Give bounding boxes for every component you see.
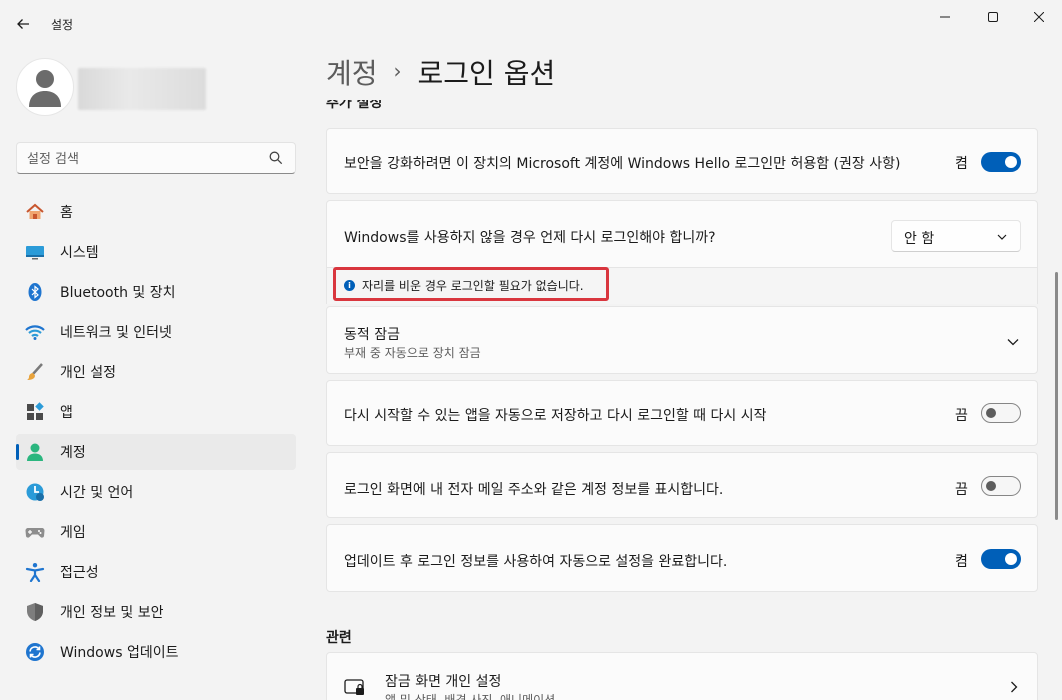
search-box[interactable]	[16, 142, 296, 174]
setting-label: 동적 잠금	[344, 327, 400, 343]
setting-card-lock-screen[interactable]: 잠금 화면 개인 설정 앱 및 상태, 배경 사진, 애니메이션	[326, 652, 1038, 700]
search-icon[interactable]	[269, 151, 283, 165]
setting-card-restart-apps: 다시 시작할 수 있는 앱을 자동으로 저장하고 다시 로그인할 때 다시 시작…	[326, 380, 1038, 446]
bluetooth-icon	[25, 282, 45, 302]
setting-card-auto-finish: 업데이트 후 로그인 정보를 사용하여 자동으로 설정을 완료합니다. 켬	[326, 524, 1038, 592]
info-message: 자리를 비운 경우 로그인할 필요가 없습니다.	[362, 279, 584, 293]
hello-only-toggle[interactable]	[981, 152, 1021, 172]
sidebar-item-network[interactable]: 네트워크 및 인터넷	[16, 314, 296, 350]
search-input[interactable]	[27, 149, 257, 169]
show-account-toggle[interactable]	[981, 476, 1021, 496]
sidebar-item-bluetooth[interactable]: Bluetooth 및 장치	[16, 274, 296, 310]
setting-card-hello-only: 보안을 강화하려면 이 장치의 Microsoft 계정에 Windows He…	[326, 128, 1038, 194]
chevron-down-icon	[997, 234, 1007, 240]
dropdown-value: 안 함	[904, 231, 935, 247]
sidebar-item-label: 시간 및 언어	[60, 485, 134, 501]
setting-label: Windows를 사용하지 않을 경우 언제 다시 로그인해야 합니까?	[344, 230, 716, 246]
clock-globe-icon	[25, 482, 45, 502]
setting-card-relogin: Windows를 사용하지 않을 경우 언제 다시 로그인해야 합니까? 안 함	[326, 200, 1038, 268]
sidebar-item-home[interactable]: 홈	[16, 194, 296, 230]
shield-icon	[25, 602, 45, 622]
apps-icon	[25, 402, 45, 422]
maximize-button[interactable]	[970, 6, 1016, 28]
back-button[interactable]	[10, 11, 36, 37]
setting-label: 다시 시작할 수 있는 앱을 자동으로 저장하고 다시 로그인할 때 다시 시작	[344, 408, 767, 424]
title-bar: 설정	[0, 0, 1062, 46]
maximize-icon	[988, 12, 998, 22]
sidebar-item-label: 게임	[60, 525, 86, 541]
sidebar-item-label: Bluetooth 및 장치	[60, 285, 176, 301]
restart-apps-toggle[interactable]	[981, 403, 1021, 423]
relogin-dropdown[interactable]: 안 함	[891, 220, 1021, 252]
sidebar-item-label: 네트워크 및 인터넷	[60, 325, 172, 341]
lock-screen-icon	[344, 679, 364, 695]
chevron-right-icon[interactable]	[1007, 680, 1021, 694]
sidebar-item-label: 앱	[60, 405, 73, 421]
sidebar-item-gaming[interactable]: 게임	[16, 514, 296, 550]
setting-label: 잠금 화면 개인 설정	[385, 674, 502, 690]
avatar[interactable]	[16, 58, 74, 116]
sidebar-item-privacy[interactable]: 개인 정보 및 보안	[16, 594, 296, 630]
monitor-icon	[25, 242, 45, 262]
toggle-state-text: 켬	[955, 156, 968, 172]
sidebar-item-label: 개인 설정	[60, 365, 116, 381]
person-icon	[25, 442, 45, 462]
brush-icon	[25, 362, 45, 382]
section-title-related: 관련	[326, 630, 352, 646]
scrollbar-thumb[interactable]	[1055, 272, 1058, 520]
update-icon	[25, 642, 45, 662]
sidebar-item-accounts[interactable]: 계정	[16, 434, 296, 470]
sidebar-item-system[interactable]: 시스템	[16, 234, 296, 270]
profile-name-redacted	[78, 68, 206, 110]
gamepad-icon	[25, 522, 45, 542]
setting-card-show-account: 로그인 화면에 내 전자 메일 주소와 같은 계정 정보를 표시합니다. 끔	[326, 452, 1038, 518]
toggle-state-text: 끔	[955, 482, 968, 498]
minimize-icon	[940, 16, 950, 18]
sidebar-item-label: 접근성	[60, 565, 99, 581]
sidebar-item-windows-update[interactable]: Windows 업데이트	[16, 634, 296, 670]
page-title: 로그인 옵션	[417, 57, 556, 90]
sidebar-item-personalization[interactable]: 개인 설정	[16, 354, 296, 390]
auto-finish-toggle[interactable]	[981, 549, 1021, 569]
toggle-state-text: 켬	[955, 554, 968, 570]
section-title-additional: 추가 설정	[326, 100, 383, 111]
app-title: 설정	[51, 18, 74, 32]
arrow-left-icon	[17, 19, 29, 29]
setting-label: 보안을 강화하려면 이 장치의 Microsoft 계정에 Windows He…	[344, 156, 901, 172]
breadcrumb-parent[interactable]: 계정	[326, 52, 378, 92]
sidebar-item-label: 개인 정보 및 보안	[60, 605, 164, 621]
close-icon	[1034, 12, 1044, 22]
home-icon	[25, 202, 45, 222]
sidebar-item-apps[interactable]: 앱	[16, 394, 296, 430]
toggle-state-text: 끔	[955, 408, 968, 424]
sidebar-nav: 홈 시스템 Bluetooth 및 장치 네트워크 및 인터넷 개인 설정 앱	[16, 194, 296, 674]
sidebar-item-label: 계정	[60, 445, 86, 461]
sidebar-item-time-language[interactable]: 시간 및 언어	[16, 474, 296, 510]
setting-card-dynamic-lock[interactable]: 동적 잠금 부재 중 자동으로 장치 잠금	[326, 306, 1038, 374]
wifi-icon	[25, 322, 45, 342]
breadcrumb-separator: ›	[393, 59, 402, 83]
sidebar-item-label: Windows 업데이트	[60, 645, 179, 661]
setting-description: 앱 및 상태, 배경 사진, 애니메이션	[385, 693, 556, 700]
accessibility-icon	[25, 562, 45, 582]
person-placeholder-icon	[29, 70, 61, 107]
chevron-down-icon[interactable]	[1006, 335, 1020, 349]
sidebar-item-label: 시스템	[60, 245, 99, 261]
breadcrumb: 계정 › 로그인 옵션	[326, 52, 555, 92]
setting-description: 부재 중 자동으로 장치 잠금	[344, 346, 481, 360]
minimize-button[interactable]	[922, 6, 968, 28]
sidebar-item-label: 홈	[60, 205, 73, 221]
setting-label: 업데이트 후 로그인 정보를 사용하여 자동으로 설정을 완료합니다.	[344, 554, 728, 570]
info-icon: i	[344, 280, 355, 291]
setting-label: 로그인 화면에 내 전자 메일 주소와 같은 계정 정보를 표시합니다.	[344, 482, 724, 498]
close-button[interactable]	[1016, 6, 1062, 28]
sidebar-item-accessibility[interactable]: 접근성	[16, 554, 296, 590]
